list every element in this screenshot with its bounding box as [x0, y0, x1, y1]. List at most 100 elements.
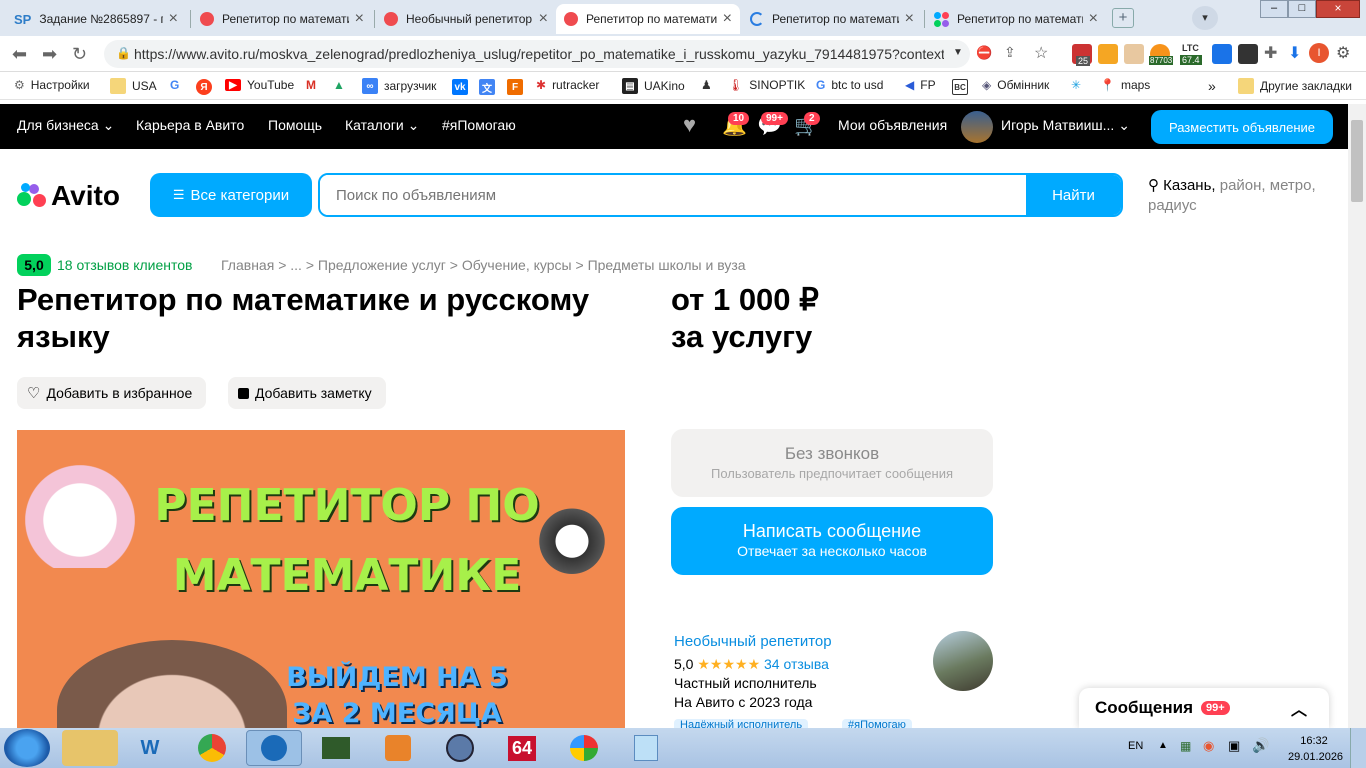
reviews-link[interactable]: 18 отзывов клиентов	[57, 257, 193, 273]
share-icon[interactable]: ⇪	[1004, 44, 1016, 61]
downloads-icon[interactable]: ⬇	[1288, 43, 1301, 63]
breadcrumb-home[interactable]: Главная	[221, 257, 274, 273]
browser-tab-6[interactable]: Репетитор по математи ×	[926, 4, 1106, 34]
browser-tab-4-active[interactable]: Репетитор по математи ×	[556, 4, 740, 34]
download-extension-icon[interactable]	[1212, 44, 1232, 64]
tray-expand-icon[interactable]: ▲	[1158, 740, 1168, 751]
browser-tab-5[interactable]: Репетитор по математи ×	[742, 4, 922, 34]
user-avatar[interactable]	[961, 111, 993, 143]
seller-reviews-link[interactable]: 34 отзыва	[764, 656, 829, 672]
reload-icon[interactable]: ↻	[72, 44, 87, 65]
new-tab-button[interactable]: +	[1112, 8, 1134, 28]
listing-photo[interactable]: РЕПЕТИТОР ПО МАТЕМАТИКЕ ВЫЙДЕМ НА 5 ЗА 2…	[17, 430, 625, 730]
paint-taskbar-icon[interactable]	[556, 730, 612, 766]
all-categories-button[interactable]: ☰ Все категории	[150, 173, 312, 217]
browser-tab-3[interactable]: Необычный репетитор ×	[376, 4, 556, 34]
explorer-taskbar-icon[interactable]	[62, 730, 118, 766]
tray-app-icon[interactable]: ▦	[1180, 739, 1191, 753]
bookmark-settings[interactable]: ⚙ Настройки	[14, 78, 90, 92]
notepad-taskbar-icon[interactable]	[618, 730, 674, 766]
network-icon[interactable]: ▣	[1228, 738, 1240, 754]
blocked-popup-icon[interactable]: ⛔	[976, 45, 992, 61]
bookmark-usa[interactable]: USA	[110, 78, 157, 94]
add-to-favorites-button[interactable]: ♡ Добавить в избранное	[17, 377, 207, 409]
add-note-button[interactable]: Добавить заметку	[228, 377, 386, 409]
close-icon[interactable]: ×	[723, 10, 732, 28]
chrome-taskbar-icon[interactable]	[184, 730, 240, 766]
bookmarks-more-icon[interactable]: »	[1208, 78, 1216, 94]
start-button[interactable]	[4, 729, 50, 767]
aida64-taskbar-icon[interactable]: 64	[494, 730, 550, 766]
minimize-icon[interactable]: –	[1260, 0, 1288, 18]
bookmark-uakino[interactable]: ▤ UAKino	[622, 78, 685, 94]
snowflake-icon[interactable]: ✳	[1071, 78, 1081, 92]
close-icon[interactable]: ×	[169, 10, 178, 28]
scrollbar-thumb[interactable]	[1351, 120, 1363, 202]
translate-icon[interactable]: 文	[479, 79, 495, 95]
close-icon[interactable]: ×	[1089, 10, 1098, 28]
close-icon[interactable]: ×	[355, 10, 364, 28]
browser-tab-1[interactable]: SP Задание №2865897 - п ×	[6, 4, 186, 34]
bookmark-btc-to-usd[interactable]: Gbtc to usd	[816, 78, 883, 92]
location-selector[interactable]: ⚲ Казань, район, метро, радиус	[1148, 176, 1338, 216]
bookmark-fp[interactable]: ◀ FP	[905, 78, 936, 92]
extension-face-icon[interactable]	[1124, 44, 1144, 64]
bookmark-downloader[interactable]: ∞ загрузчик	[362, 78, 436, 94]
maximize-icon[interactable]: □	[1288, 0, 1316, 18]
media-player-taskbar-icon[interactable]	[370, 730, 426, 766]
close-icon[interactable]: ×	[539, 10, 548, 28]
system-clock[interactable]: 16:32 29.01.2026	[1288, 733, 1343, 765]
bookmark-star-icon[interactable]: ☆	[1034, 43, 1048, 63]
terminal-taskbar-icon[interactable]	[308, 730, 364, 766]
tray-avast-icon[interactable]: ◉	[1203, 738, 1214, 754]
omnibox-dropdown-icon[interactable]: ▼	[953, 47, 963, 58]
breadcrumb-services[interactable]: Предложение услуг	[318, 257, 446, 273]
puzzle-extensions-icon[interactable]: ✚	[1264, 43, 1277, 63]
breadcrumb-subjects[interactable]: Предметы школы и вуза	[588, 257, 746, 273]
favorites-heart-icon[interactable]: ♥	[683, 112, 696, 138]
vk-icon[interactable]: vk	[452, 79, 468, 95]
tab-search-icon[interactable]: ▾	[1192, 6, 1218, 30]
extension-shield-icon[interactable]	[1098, 44, 1118, 64]
bookmark-rutracker[interactable]: ✱ rutracker	[536, 78, 599, 92]
nav-business[interactable]: Для бизнеса ⌄	[17, 117, 114, 134]
browser-tab-2[interactable]: Репетитор по математи ×	[192, 4, 372, 34]
my-ads-link[interactable]: Мои объявления	[838, 117, 947, 133]
windscribe-taskbar-icon[interactable]: W	[122, 730, 178, 766]
settings-gear-icon[interactable]: ⚙	[1336, 43, 1350, 63]
profile-avatar-icon[interactable]: I	[1309, 43, 1329, 63]
nav-ya-pomogayu[interactable]: #яПомогаю	[442, 117, 516, 133]
google-drive-icon[interactable]: ▲	[333, 78, 345, 92]
yandex-icon[interactable]: Я	[196, 79, 212, 95]
write-message-button[interactable]: Написать сообщение Отвечает за несколько…	[671, 507, 993, 575]
breadcrumb-education[interactable]: Обучение, курсы	[462, 257, 572, 273]
person-icon[interactable]: ♟	[701, 78, 712, 92]
close-window-icon[interactable]: ×	[1316, 0, 1360, 18]
forward-arrow-icon[interactable]: ➡	[42, 44, 57, 65]
user-menu[interactable]: Игорь Матвииш... ⌄	[1001, 117, 1130, 134]
avito-logo[interactable]: Avito	[17, 180, 120, 212]
seller-name-link[interactable]: Необычный репетитор	[674, 633, 832, 650]
bookmark-exchanger[interactable]: ◈ Обмінник	[982, 78, 1049, 92]
chevron-up-icon[interactable]: ︿	[1291, 696, 1307, 720]
clock-app-taskbar-icon[interactable]	[432, 730, 488, 766]
search-input[interactable]	[320, 175, 1026, 215]
url-omnibox[interactable]: 🔒 https://www.avito.ru/moskva_zelenograd…	[104, 40, 970, 68]
nav-career[interactable]: Карьера в Авито	[136, 117, 244, 133]
nav-catalogs[interactable]: Каталоги ⌄	[345, 117, 419, 134]
seller-avatar[interactable]	[933, 631, 993, 691]
volume-icon[interactable]: 🔊	[1252, 737, 1269, 754]
google-icon[interactable]: G	[170, 78, 179, 92]
bookmark-youtube[interactable]: ▶ YouTube	[225, 78, 294, 92]
f-bookmark-icon[interactable]: F	[507, 79, 523, 95]
globe-taskbar-icon[interactable]	[246, 730, 302, 766]
show-desktop-button[interactable]	[1350, 728, 1366, 768]
language-indicator[interactable]: EN	[1128, 740, 1143, 752]
breadcrumb-ellipsis[interactable]: ...	[290, 257, 302, 273]
nav-help[interactable]: Помощь	[268, 117, 322, 133]
bookmark-other[interactable]: Другие закладки	[1238, 78, 1352, 94]
messages-panel[interactable]: Сообщения 99+ ︿	[1079, 688, 1329, 728]
bookmark-sinoptik[interactable]: 🌡 SINOPTIK	[728, 78, 805, 92]
back-arrow-icon[interactable]: ⬅	[12, 44, 27, 65]
search-button[interactable]: Найти	[1026, 175, 1121, 215]
